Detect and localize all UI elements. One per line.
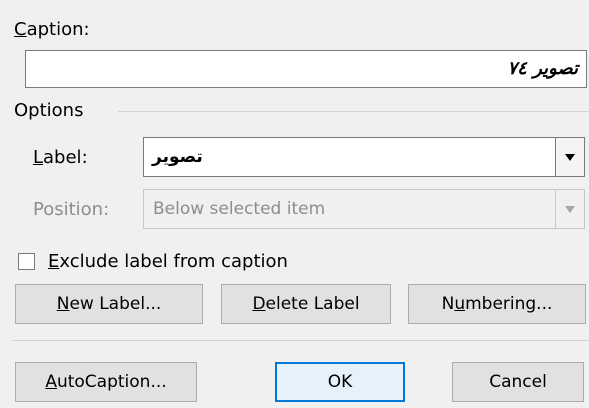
caption-dialog: Caption: تصویر ٧٤ Options Label: تصویر P… xyxy=(0,0,589,408)
label-dropdown-value: تصویر xyxy=(152,147,203,167)
caption-label: Caption: xyxy=(14,19,90,40)
chevron-down-icon xyxy=(565,154,575,161)
position-dropdown: Below selected item xyxy=(143,189,585,229)
options-group-divider xyxy=(118,111,589,112)
position-dropdown-value: Below selected item xyxy=(153,199,326,219)
caption-input[interactable]: تصویر ٧٤ xyxy=(25,50,587,88)
label-field-label: Label: xyxy=(33,147,88,168)
cancel-button[interactable]: Cancel xyxy=(452,362,584,402)
label-dropdown[interactable]: تصویر xyxy=(143,137,585,177)
numbering-button[interactable]: Numbering... xyxy=(408,284,586,324)
position-dropdown-button xyxy=(555,190,584,228)
autocaption-button[interactable]: AutoCaption... xyxy=(15,362,197,402)
footer-divider xyxy=(13,340,589,341)
label-dropdown-button[interactable] xyxy=(555,138,584,176)
delete-label-button[interactable]: Delete Label xyxy=(221,284,391,324)
position-field-label: Position: xyxy=(33,199,110,220)
chevron-down-icon xyxy=(565,206,575,213)
exclude-label-checkbox[interactable] xyxy=(18,253,35,270)
ok-button[interactable]: OK xyxy=(275,362,405,402)
new-label-button[interactable]: New Label... xyxy=(15,284,203,324)
options-group-heading: Options xyxy=(14,100,84,121)
exclude-label-checkbox-label[interactable]: Exclude label from caption xyxy=(48,250,288,274)
